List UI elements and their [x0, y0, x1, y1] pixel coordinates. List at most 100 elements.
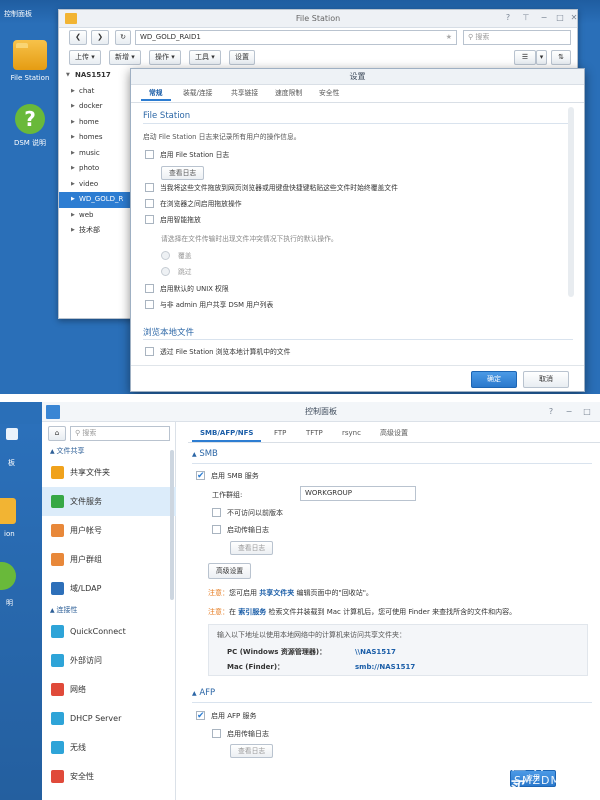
- tree-item[interactable]: ▶ web: [59, 208, 134, 224]
- cancel-button[interactable]: 取消: [523, 371, 569, 388]
- afp-view-log-button[interactable]: 查看日志: [230, 744, 274, 758]
- smb-view-log-button[interactable]: 查看日志: [230, 541, 274, 555]
- afp-transfer-log-checkbox[interactable]: 启用传输日志: [212, 727, 269, 741]
- sidebar-item[interactable]: 共享文件夹: [42, 458, 176, 487]
- smb-transfer-log-checkbox[interactable]: 启动传输日志: [212, 523, 269, 537]
- tab-mount[interactable]: 装载/连接: [175, 86, 220, 101]
- tree-item[interactable]: ▶ homes: [59, 130, 134, 146]
- upload-button[interactable]: 上传 ▾: [69, 50, 101, 65]
- browse-local-checkbox[interactable]: 透过 File Station 浏览本地计算机中的文件: [145, 346, 290, 360]
- sidebar-group-header[interactable]: ▲ 文件共享: [42, 444, 176, 458]
- tab-tftp[interactable]: TFTP: [298, 424, 331, 442]
- sidebar-item[interactable]: DHCP Server: [42, 704, 176, 733]
- tab-share-links[interactable]: 共享链接: [223, 86, 266, 101]
- control-panel-shortcut-label[interactable]: 控制面板: [4, 9, 32, 19]
- pin-icon[interactable]: ⊤: [521, 13, 531, 23]
- star-icon[interactable]: ★: [446, 31, 452, 44]
- help-icon[interactable]: ?: [503, 13, 513, 23]
- tab-ftp[interactable]: FTP: [266, 424, 294, 442]
- smb-advanced-button[interactable]: 高级设置: [208, 563, 252, 579]
- tree-item[interactable]: ▶ WD_GOLD_R: [59, 192, 134, 208]
- browser-drag-checkbox[interactable]: 在浏览器之间启用拖放操作: [145, 198, 242, 212]
- expand-arrow-icon[interactable]: ▶: [71, 84, 75, 100]
- overwrite-checkbox[interactable]: 当我将这些文件拖放到网页浏览器或用键盘快捷键粘贴这些文件时始终覆盖文件: [145, 182, 398, 196]
- sidebar-item[interactable]: 用户帐号: [42, 516, 176, 545]
- pc-address-value[interactable]: \\NAS1517: [355, 645, 396, 659]
- shared-folder-link[interactable]: 共享文件夹: [259, 589, 294, 597]
- tree-item[interactable]: ▶ music: [59, 146, 134, 162]
- list-view-icon[interactable]: ☰: [514, 50, 536, 65]
- search-input[interactable]: ⚲ 搜索: [70, 426, 170, 441]
- view-log-button[interactable]: 查看日志: [161, 166, 205, 180]
- sort-icon[interactable]: ⇅: [551, 50, 571, 65]
- enable-smb-checkbox[interactable]: 启用 SMB 服务: [196, 469, 259, 483]
- expand-arrow-icon[interactable]: ▶: [71, 177, 75, 193]
- expand-arrow-icon[interactable]: ▶: [71, 130, 75, 146]
- settings-button[interactable]: 设置: [229, 50, 255, 65]
- skip-radio[interactable]: 跳过: [161, 266, 192, 280]
- expand-arrow-icon[interactable]: ▶: [71, 146, 75, 162]
- expand-arrow-icon[interactable]: ▶: [71, 192, 75, 208]
- maximize-icon[interactable]: □: [555, 13, 565, 23]
- sidebar-item[interactable]: 无线: [42, 733, 176, 762]
- ok-button[interactable]: 确定: [471, 371, 517, 388]
- expand-arrow-icon[interactable]: ▶: [71, 115, 75, 131]
- tree-item[interactable]: ▶ home: [59, 115, 134, 131]
- action-button[interactable]: 操作 ▾: [149, 50, 181, 65]
- help-icon[interactable]: ?: [546, 407, 556, 417]
- minimize-icon[interactable]: −: [564, 407, 574, 417]
- tree-item[interactable]: ▶ video: [59, 177, 134, 193]
- desktop-file-station[interactable]: File Station: [0, 40, 60, 82]
- desktop-dsm-help[interactable]: ? DSM 说明: [0, 104, 60, 148]
- refresh-icon[interactable]: ↻: [115, 30, 131, 45]
- sidebar-item[interactable]: QuickConnect: [42, 617, 176, 646]
- overwrite-radio[interactable]: 覆盖: [161, 250, 192, 264]
- tab-rsync[interactable]: rsync: [334, 424, 369, 442]
- enable-log-checkbox[interactable]: 启用 File Station 日志: [145, 149, 229, 163]
- unix-permission-checkbox[interactable]: 启用默认的 UNIX 权限: [145, 283, 229, 297]
- smb-section-header[interactable]: ▲ SMB: [192, 449, 218, 459]
- tree-item[interactable]: ▶ chat: [59, 84, 134, 100]
- path-field[interactable]: WD_GOLD_RAID1 ★: [135, 30, 457, 45]
- view-dropdown-icon[interactable]: ▾: [536, 50, 547, 65]
- share-user-list-checkbox[interactable]: 与非 admin 用户共享 DSM 用户列表: [145, 299, 273, 313]
- afp-section-header[interactable]: ▲ AFP: [192, 688, 215, 698]
- tree-item[interactable]: ▶ photo: [59, 161, 134, 177]
- tree-item[interactable]: ▶ 技术部: [59, 223, 134, 239]
- close-icon[interactable]: ✕: [569, 13, 579, 23]
- tools-button[interactable]: 工具 ▾: [189, 50, 221, 65]
- tab-speed-limit[interactable]: 速度限制: [267, 86, 310, 101]
- tree-root[interactable]: ▼ NAS1517: [59, 68, 134, 84]
- sidebar-scrollbar[interactable]: [170, 450, 174, 600]
- back-button[interactable]: ❮: [69, 30, 87, 45]
- sidebar-item[interactable]: 安全性: [42, 762, 176, 791]
- sidebar-item[interactable]: 网络: [42, 675, 176, 704]
- index-service-link[interactable]: 索引服务: [238, 608, 266, 616]
- expand-arrow-icon[interactable]: ▶: [71, 99, 75, 115]
- expand-arrow-icon[interactable]: ▶: [71, 208, 75, 224]
- minimize-icon[interactable]: −: [539, 13, 549, 23]
- home-icon[interactable]: ⌂: [48, 426, 66, 441]
- expand-arrow-icon[interactable]: ▶: [71, 161, 75, 177]
- maximize-icon[interactable]: □: [582, 407, 592, 417]
- sidebar-group-header[interactable]: ▲ 连接性: [42, 603, 176, 617]
- tab-security[interactable]: 安全性: [311, 86, 347, 101]
- no-previous-versions-checkbox[interactable]: 不可访问以前版本: [212, 506, 283, 520]
- tab-general[interactable]: 常规: [141, 86, 171, 101]
- enable-afp-checkbox[interactable]: 启用 AFP 服务: [196, 709, 257, 723]
- tab-advanced[interactable]: 高级设置: [372, 424, 416, 442]
- sidebar-item[interactable]: 外部访问: [42, 646, 176, 675]
- tree-item[interactable]: ▶ docker: [59, 99, 134, 115]
- new-button[interactable]: 新增 ▾: [109, 50, 141, 65]
- forward-button[interactable]: ❯: [91, 30, 109, 45]
- sidebar-item[interactable]: 文件服务: [42, 487, 176, 516]
- smart-drag-checkbox[interactable]: 启用智能拖放: [145, 214, 201, 228]
- expand-arrow-icon[interactable]: ▶: [71, 223, 75, 239]
- sidebar-item[interactable]: 用户群组: [42, 545, 176, 574]
- tab-smb-afp-nfs[interactable]: SMB/AFP/NFS: [192, 424, 262, 442]
- mac-address-value[interactable]: smb://NAS1517: [355, 660, 415, 674]
- search-input[interactable]: ⚲ 搜索: [463, 30, 571, 45]
- sidebar-item[interactable]: 域/LDAP: [42, 574, 176, 603]
- workgroup-input[interactable]: WORKGROUP: [300, 486, 416, 501]
- dialog-scrollbar[interactable]: [568, 107, 574, 297]
